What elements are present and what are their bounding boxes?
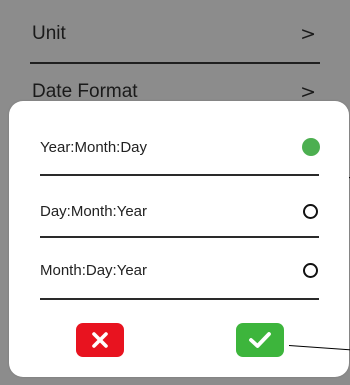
settings-row-label: Unit [32, 23, 66, 44]
option-label: Month:Day:Year [40, 261, 148, 279]
cancel-button[interactable] [76, 323, 124, 357]
option-day-month-year[interactable]: Day:Month:Year [40, 197, 320, 225]
confirm-button[interactable] [236, 323, 284, 357]
settings-row-label: Date Format [32, 81, 138, 102]
chevron-right-icon: > [300, 23, 316, 45]
option-year-month-day[interactable]: Year:Month:Day [40, 133, 320, 161]
divider [30, 62, 320, 64]
settings-row-unit[interactable]: Unit > [32, 20, 318, 48]
option-month-day-year[interactable]: Month:Day:Year [40, 256, 320, 284]
radio-unselected-icon[interactable] [303, 203, 318, 219]
option-label: Day:Month:Year [40, 202, 148, 220]
radio-selected-icon[interactable] [302, 138, 320, 156]
option-label: Year:Month:Day [40, 138, 148, 156]
divider [40, 174, 319, 176]
radio-unselected-icon[interactable] [303, 262, 318, 278]
divider [40, 298, 319, 300]
close-icon [92, 332, 108, 348]
chevron-right-icon: > [300, 81, 316, 103]
date-format-dialog: Year:Month:Day Day:Month:Year Month:Day:… [9, 101, 349, 377]
check-icon [249, 332, 271, 348]
divider [40, 236, 319, 238]
